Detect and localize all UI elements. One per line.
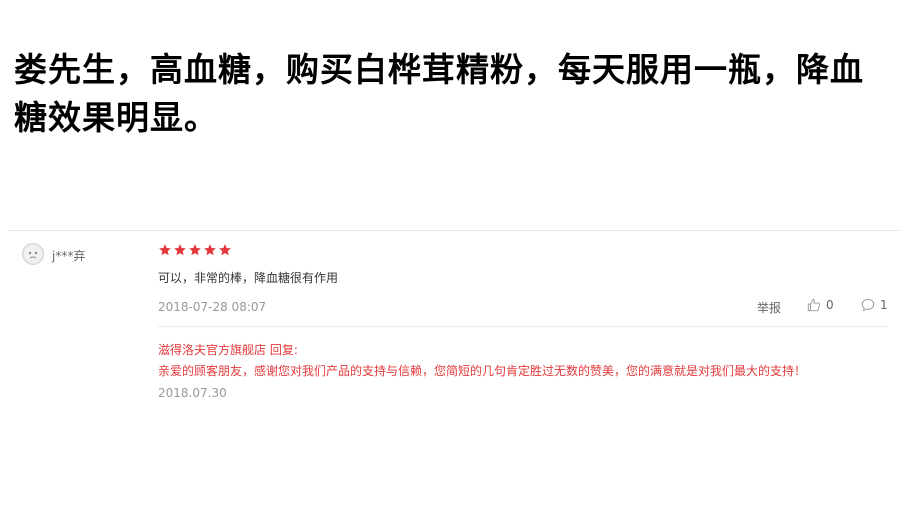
divider [8,230,900,231]
reply-text: 亲爱的顾客朋友，感谢您对我们产品的支持与信赖，您简短的几句肯定胜过无数的赞美，您… [158,364,807,378]
reply-date: 2018.07.30 [158,386,227,400]
star-icon [159,244,171,256]
reply-title: 滋得洛夫官方旗舰店 回复: [158,343,298,357]
star-icon [174,244,186,256]
like-button[interactable]: 0 [807,298,834,312]
avatar-icon[interactable] [22,243,44,265]
comment-count: 1 [880,298,888,312]
report-button[interactable]: 举报 [757,299,781,316]
rating-stars [158,243,232,257]
review-username: j***弃 [52,249,86,263]
comment-bubble-icon [861,298,875,312]
like-count: 0 [826,298,834,312]
star-icon [219,244,231,256]
review-date: 2018-07-28 08:07 [158,300,267,314]
star-icon [204,244,216,256]
comment-button[interactable]: 1 [861,298,888,312]
reply-separator [158,326,888,327]
star-icon [189,244,201,256]
thumbs-up-icon [807,298,821,312]
headline: 娄先生，高血糖，购买白桦茸精粉，每天服用一瓶，降血糖效果明显。 [14,50,864,137]
review-text: 可以，非常的棒，降血糖很有作用 [158,271,339,285]
